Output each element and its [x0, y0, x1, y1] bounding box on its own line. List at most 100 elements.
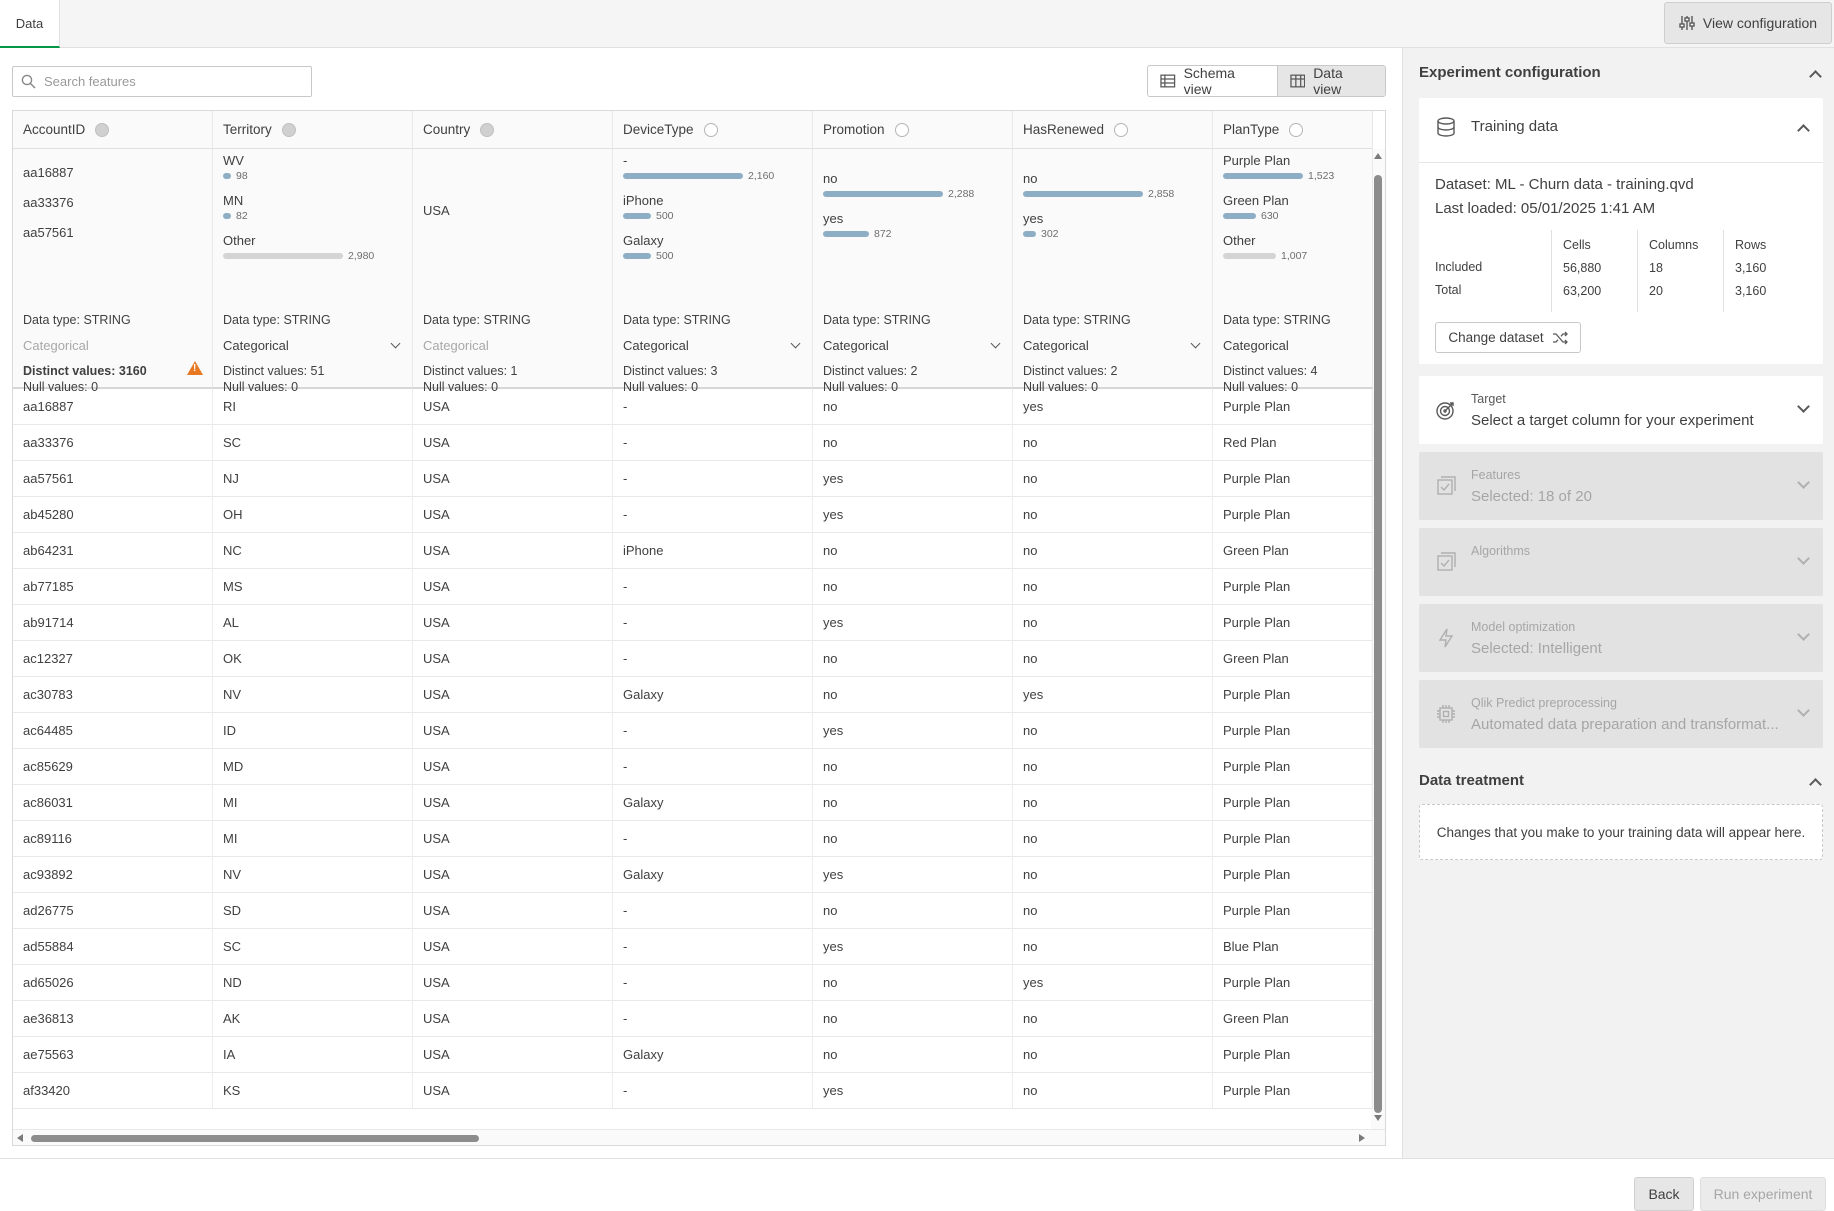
- table-row[interactable]: ab91714 AL USA - yes no Purple Plan: [13, 605, 1373, 641]
- table-cell-hasrenewed: no: [1013, 533, 1213, 569]
- table-cell-territory: KS: [213, 1073, 413, 1109]
- feature-type-select[interactable]: Categorical: [623, 334, 803, 356]
- warning-icon[interactable]: !: [187, 361, 203, 375]
- table-cell-accountid: ab91714: [13, 605, 213, 641]
- column-header-accountid[interactable]: AccountID: [13, 111, 213, 149]
- frequency-bar: [1023, 191, 1143, 197]
- horizontal-scroll-thumb[interactable]: [31, 1135, 479, 1142]
- table-row[interactable]: ac93892 NV USA Galaxy yes no Purple Plan: [13, 857, 1373, 893]
- feature-type-select[interactable]: Categorical: [1023, 334, 1203, 356]
- frequency-count: 98: [236, 170, 248, 182]
- frequency-bar: [823, 231, 869, 237]
- change-dataset-button[interactable]: Change dataset: [1435, 322, 1581, 353]
- table-row[interactable]: ac89116 MI USA - no no Purple Plan: [13, 821, 1373, 857]
- table-row[interactable]: ad65026 ND USA - no yes Purple Plan: [13, 965, 1373, 1001]
- tab-data[interactable]: Data: [0, 0, 60, 48]
- table-cell-hasrenewed: no: [1013, 605, 1213, 641]
- scroll-left-arrow[interactable]: [17, 1134, 23, 1142]
- column-header-country[interactable]: Country: [413, 111, 613, 149]
- table-cell-devicetype: -: [613, 821, 813, 857]
- table-cell-hasrenewed: no: [1013, 497, 1213, 533]
- table-cell-plantype: Purple Plan: [1213, 497, 1373, 533]
- collapse-treatment-chevron-icon[interactable]: [1809, 778, 1822, 791]
- table-row[interactable]: ae75563 IA USA Galaxy no no Purple Plan: [13, 1037, 1373, 1073]
- vertical-scrollbar[interactable]: [1371, 149, 1385, 1129]
- column-header-label: Country: [423, 122, 471, 137]
- table-cell-accountid: ad65026: [13, 965, 213, 1001]
- frequency-count: 1,007: [1281, 250, 1308, 262]
- feature-type-select[interactable]: Categorical: [223, 334, 403, 356]
- scroll-down-arrow[interactable]: [1374, 1115, 1382, 1121]
- table-cell-hasrenewed: no: [1013, 1001, 1213, 1037]
- column-header-promotion[interactable]: Promotion: [813, 111, 1013, 149]
- column-header-plantype[interactable]: PlanType: [1213, 111, 1373, 149]
- table-row[interactable]: ac12327 OK USA - no no Green Plan: [13, 641, 1373, 677]
- sliders-icon: [1679, 16, 1695, 30]
- column-status-indicator: [703, 122, 718, 137]
- distinct-values: Distinct values: 3160: [23, 364, 147, 378]
- horizontal-scrollbar[interactable]: [13, 1129, 1385, 1145]
- table-cell-plantype: Purple Plan: [1213, 1037, 1373, 1073]
- table-cell-country: USA: [413, 1001, 613, 1037]
- summary-sample-value: USA: [423, 203, 450, 218]
- data-grid: AccountID aa16887 aa33376 aa57561 Data type:…: [12, 110, 1386, 1146]
- table-cell-country: USA: [413, 893, 613, 929]
- view-configuration-label: View configuration: [1702, 15, 1818, 31]
- table-cell-plantype: Purple Plan: [1213, 857, 1373, 893]
- table-row[interactable]: af33420 KS USA - yes no Purple Plan: [13, 1073, 1373, 1109]
- distinct-values: Distinct values: 1: [423, 364, 518, 378]
- table-cell-territory: AL: [213, 605, 413, 641]
- target-card[interactable]: Target Select a target column for your e…: [1419, 376, 1823, 444]
- scroll-right-arrow[interactable]: [1359, 1134, 1365, 1142]
- collapse-config-chevron-icon[interactable]: [1809, 70, 1822, 83]
- table-row[interactable]: ac30783 NV USA Galaxy no yes Purple Plan: [13, 677, 1373, 713]
- view-configuration-button[interactable]: View configuration: [1664, 2, 1832, 44]
- table-row[interactable]: aa33376 SC USA - no no Red Plan: [13, 425, 1373, 461]
- expand-algorithms-chevron-icon: [1797, 552, 1810, 565]
- table-cell-devicetype: -: [613, 713, 813, 749]
- table-row[interactable]: aa57561 NJ USA - yes no Purple Plan: [13, 461, 1373, 497]
- expand-target-chevron-icon[interactable]: [1797, 400, 1810, 413]
- algorithms-checklist-icon: [1437, 552, 1456, 571]
- column-header-territory[interactable]: Territory: [213, 111, 413, 149]
- table-row[interactable]: ab45280 OH USA - yes no Purple Plan: [13, 497, 1373, 533]
- distinct-values: Distinct values: 3: [623, 364, 718, 378]
- table-row[interactable]: ab77185 MS USA - no no Purple Plan: [13, 569, 1373, 605]
- search-features-input[interactable]: [44, 74, 284, 89]
- table-row[interactable]: ab64231 NC USA iPhone no no Green Plan: [13, 533, 1373, 569]
- feature-type-select[interactable]: Categorical: [1223, 334, 1363, 356]
- target-title: Target: [1471, 392, 1506, 406]
- table-cell-devicetype: Galaxy: [613, 677, 813, 713]
- frequency-bar-row: 98: [223, 169, 248, 183]
- collapse-training-chevron-icon[interactable]: [1797, 124, 1810, 137]
- table-row[interactable]: ad55884 SC USA - yes no Blue Plan: [13, 929, 1373, 965]
- table-cell-promotion: no: [813, 1037, 1013, 1073]
- table-row[interactable]: ac86031 MI USA Galaxy no no Purple Plan: [13, 785, 1373, 821]
- column-header-hasrenewed[interactable]: HasRenewed: [1013, 111, 1213, 149]
- schema-view-button[interactable]: Schema view: [1148, 66, 1277, 96]
- stats-total-label: Total: [1435, 283, 1462, 297]
- table-cell-plantype: Red Plan: [1213, 425, 1373, 461]
- table-row[interactable]: ac64485 ID USA - yes no Purple Plan: [13, 713, 1373, 749]
- table-cell-plantype: Purple Plan: [1213, 965, 1373, 1001]
- column-status-indicator: [281, 122, 296, 137]
- vertical-scroll-thumb[interactable]: [1374, 175, 1382, 1113]
- table-cell-hasrenewed: no: [1013, 461, 1213, 497]
- feature-type-select[interactable]: Categorical: [823, 334, 1003, 356]
- table-row[interactable]: ac85629 MD USA - no no Purple Plan: [13, 749, 1373, 785]
- frequency-bar: [623, 213, 651, 219]
- frequency-count: 2,288: [948, 188, 975, 200]
- column-header-devicetype[interactable]: DeviceType: [613, 111, 813, 149]
- experiment-config-panel: Experiment configuration Training data D…: [1402, 48, 1834, 1158]
- table-row[interactable]: aa16887 RI USA - no yes Purple Plan: [13, 389, 1373, 425]
- back-button[interactable]: Back: [1634, 1177, 1694, 1211]
- value-frequency: iPhone 500: [623, 193, 674, 223]
- preprocessing-title: Qlik Predict preprocessing: [1471, 696, 1617, 710]
- feature-type-select: Categorical: [23, 334, 203, 356]
- table-row[interactable]: ad26775 SD USA - no no Purple Plan: [13, 893, 1373, 929]
- frequency-label: Galaxy: [623, 233, 664, 248]
- database-icon: [1437, 117, 1455, 137]
- table-row[interactable]: ae36813 AK USA - no no Green Plan: [13, 1001, 1373, 1037]
- scroll-up-arrow[interactable]: [1374, 153, 1382, 159]
- data-view-button[interactable]: Data view: [1276, 66, 1385, 96]
